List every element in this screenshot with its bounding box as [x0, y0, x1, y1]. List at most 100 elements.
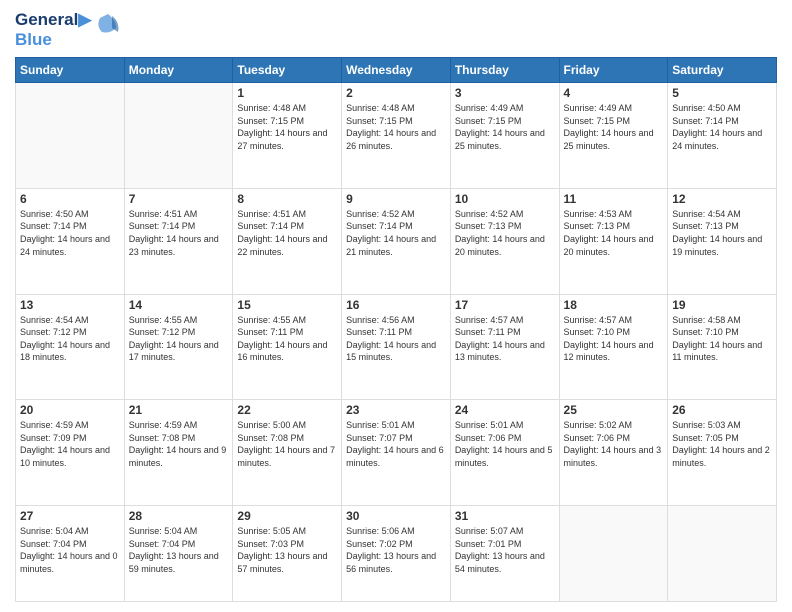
- calendar-cell: 26 Sunrise: 5:03 AM Sunset: 7:05 PM Dayli…: [668, 400, 777, 506]
- day-number: 8: [237, 192, 337, 206]
- day-info: Sunrise: 5:02 AM Sunset: 7:06 PM Dayligh…: [564, 419, 664, 469]
- calendar-cell: 3 Sunrise: 4:49 AM Sunset: 7:15 PM Daylig…: [450, 83, 559, 189]
- week-row-3: 20 Sunrise: 4:59 AM Sunset: 7:09 PM Dayli…: [16, 400, 777, 506]
- day-info: Sunrise: 5:05 AM Sunset: 7:03 PM Dayligh…: [237, 525, 337, 575]
- day-info: Sunrise: 4:56 AM Sunset: 7:11 PM Dayligh…: [346, 314, 446, 364]
- day-info: Sunrise: 4:54 AM Sunset: 7:12 PM Dayligh…: [20, 314, 120, 364]
- calendar-cell: 12 Sunrise: 4:54 AM Sunset: 7:13 PM Dayli…: [668, 188, 777, 294]
- calendar-cell: 20 Sunrise: 4:59 AM Sunset: 7:09 PM Dayli…: [16, 400, 125, 506]
- day-info: Sunrise: 5:07 AM Sunset: 7:01 PM Dayligh…: [455, 525, 555, 575]
- day-info: Sunrise: 4:50 AM Sunset: 7:14 PM Dayligh…: [20, 208, 120, 258]
- week-row-0: 1Sunrise: 4:48 AM Sunset: 7:15 PM Daylig…: [16, 83, 777, 189]
- calendar-cell: 8Sunrise: 4:51 AM Sunset: 7:14 PM Daylig…: [233, 188, 342, 294]
- day-info: Sunrise: 4:57 AM Sunset: 7:11 PM Dayligh…: [455, 314, 555, 364]
- week-row-4: 27 Sunrise: 5:04 AM Sunset: 7:04 PM Dayli…: [16, 505, 777, 601]
- day-number: 17: [455, 298, 555, 312]
- calendar-cell: 27 Sunrise: 5:04 AM Sunset: 7:04 PM Dayli…: [16, 505, 125, 601]
- calendar-cell: 6 Sunrise: 4:50 AM Sunset: 7:14 PM Daylig…: [16, 188, 125, 294]
- day-number: 3: [455, 86, 555, 100]
- logo-icon: [94, 12, 122, 40]
- day-number: 2: [346, 86, 446, 100]
- day-number: 24: [455, 403, 555, 417]
- day-info: Sunrise: 4:49 AM Sunset: 7:15 PM Dayligh…: [564, 102, 664, 152]
- day-info: Sunrise: 4:53 AM Sunset: 7:13 PM Dayligh…: [564, 208, 664, 258]
- calendar-cell: 25 Sunrise: 5:02 AM Sunset: 7:06 PM Dayli…: [559, 400, 668, 506]
- calendar-cell: 4 Sunrise: 4:49 AM Sunset: 7:15 PM Daylig…: [559, 83, 668, 189]
- day-number: 25: [564, 403, 664, 417]
- day-info: Sunrise: 4:50 AM Sunset: 7:14 PM Dayligh…: [672, 102, 772, 152]
- day-number: 21: [129, 403, 229, 417]
- day-number: 16: [346, 298, 446, 312]
- calendar-cell: 23Sunrise: 5:01 AM Sunset: 7:07 PM Dayli…: [342, 400, 451, 506]
- calendar-cell: 22Sunrise: 5:00 AM Sunset: 7:08 PM Dayli…: [233, 400, 342, 506]
- calendar-cell: 30 Sunrise: 5:06 AM Sunset: 7:02 PM Dayli…: [342, 505, 451, 601]
- calendar-cell: 5 Sunrise: 4:50 AM Sunset: 7:14 PM Daylig…: [668, 83, 777, 189]
- day-info: Sunrise: 5:01 AM Sunset: 7:07 PM Dayligh…: [346, 419, 446, 469]
- day-number: 29: [237, 509, 337, 523]
- calendar-cell: 15Sunrise: 4:55 AM Sunset: 7:11 PM Dayli…: [233, 294, 342, 400]
- day-info: Sunrise: 5:03 AM Sunset: 7:05 PM Dayligh…: [672, 419, 772, 469]
- weekday-header-saturday: Saturday: [668, 58, 777, 83]
- day-info: Sunrise: 4:58 AM Sunset: 7:10 PM Dayligh…: [672, 314, 772, 364]
- day-number: 28: [129, 509, 229, 523]
- day-info: Sunrise: 5:04 AM Sunset: 7:04 PM Dayligh…: [20, 525, 120, 575]
- day-number: 19: [672, 298, 772, 312]
- weekday-header-thursday: Thursday: [450, 58, 559, 83]
- calendar-cell: [16, 83, 125, 189]
- day-number: 4: [564, 86, 664, 100]
- calendar-cell: 31 Sunrise: 5:07 AM Sunset: 7:01 PM Dayli…: [450, 505, 559, 601]
- calendar-cell: 17 Sunrise: 4:57 AM Sunset: 7:11 PM Dayli…: [450, 294, 559, 400]
- day-number: 30: [346, 509, 446, 523]
- logo-text: General▶ Blue: [15, 10, 91, 49]
- day-info: Sunrise: 4:54 AM Sunset: 7:13 PM Dayligh…: [672, 208, 772, 258]
- weekday-header-tuesday: Tuesday: [233, 58, 342, 83]
- day-info: Sunrise: 4:49 AM Sunset: 7:15 PM Dayligh…: [455, 102, 555, 152]
- day-number: 11: [564, 192, 664, 206]
- calendar-cell: 2 Sunrise: 4:48 AM Sunset: 7:15 PM Daylig…: [342, 83, 451, 189]
- calendar-cell: 24 Sunrise: 5:01 AM Sunset: 7:06 PM Dayli…: [450, 400, 559, 506]
- day-number: 13: [20, 298, 120, 312]
- day-number: 6: [20, 192, 120, 206]
- header: General▶ Blue: [15, 10, 777, 49]
- day-info: Sunrise: 4:52 AM Sunset: 7:13 PM Dayligh…: [455, 208, 555, 258]
- day-info: Sunrise: 4:48 AM Sunset: 7:15 PM Dayligh…: [237, 102, 337, 152]
- day-number: 27: [20, 509, 120, 523]
- day-number: 26: [672, 403, 772, 417]
- day-number: 22: [237, 403, 337, 417]
- calendar-cell: 29 Sunrise: 5:05 AM Sunset: 7:03 PM Dayli…: [233, 505, 342, 601]
- day-number: 14: [129, 298, 229, 312]
- calendar-cell: 9 Sunrise: 4:52 AM Sunset: 7:14 PM Daylig…: [342, 188, 451, 294]
- day-info: Sunrise: 4:59 AM Sunset: 7:09 PM Dayligh…: [20, 419, 120, 469]
- calendar-cell: 7Sunrise: 4:51 AM Sunset: 7:14 PM Daylig…: [124, 188, 233, 294]
- day-info: Sunrise: 5:06 AM Sunset: 7:02 PM Dayligh…: [346, 525, 446, 575]
- calendar-cell: 10 Sunrise: 4:52 AM Sunset: 7:13 PM Dayli…: [450, 188, 559, 294]
- day-info: Sunrise: 4:57 AM Sunset: 7:10 PM Dayligh…: [564, 314, 664, 364]
- day-number: 20: [20, 403, 120, 417]
- calendar-cell: 11 Sunrise: 4:53 AM Sunset: 7:13 PM Dayli…: [559, 188, 668, 294]
- weekday-header-row: SundayMondayTuesdayWednesdayThursdayFrid…: [16, 58, 777, 83]
- weekday-header-monday: Monday: [124, 58, 233, 83]
- day-info: Sunrise: 5:01 AM Sunset: 7:06 PM Dayligh…: [455, 419, 555, 469]
- day-info: Sunrise: 4:55 AM Sunset: 7:11 PM Dayligh…: [237, 314, 337, 364]
- day-number: 31: [455, 509, 555, 523]
- page: General▶ Blue SundayMondayTuesdayWednesd…: [0, 0, 792, 612]
- day-info: Sunrise: 4:51 AM Sunset: 7:14 PM Dayligh…: [129, 208, 229, 258]
- calendar-cell: 28 Sunrise: 5:04 AM Sunset: 7:04 PM Dayli…: [124, 505, 233, 601]
- calendar-table: SundayMondayTuesdayWednesdayThursdayFrid…: [15, 57, 777, 602]
- day-info: Sunrise: 5:04 AM Sunset: 7:04 PM Dayligh…: [129, 525, 229, 575]
- day-number: 10: [455, 192, 555, 206]
- day-number: 5: [672, 86, 772, 100]
- calendar-cell: 19 Sunrise: 4:58 AM Sunset: 7:10 PM Dayli…: [668, 294, 777, 400]
- day-number: 18: [564, 298, 664, 312]
- day-info: Sunrise: 4:59 AM Sunset: 7:08 PM Dayligh…: [129, 419, 229, 469]
- week-row-2: 13 Sunrise: 4:54 AM Sunset: 7:12 PM Dayli…: [16, 294, 777, 400]
- weekday-header-friday: Friday: [559, 58, 668, 83]
- logo: General▶ Blue: [15, 10, 122, 49]
- calendar-cell: 21 Sunrise: 4:59 AM Sunset: 7:08 PM Dayli…: [124, 400, 233, 506]
- day-info: Sunrise: 4:48 AM Sunset: 7:15 PM Dayligh…: [346, 102, 446, 152]
- calendar-cell: 16 Sunrise: 4:56 AM Sunset: 7:11 PM Dayli…: [342, 294, 451, 400]
- day-info: Sunrise: 4:52 AM Sunset: 7:14 PM Dayligh…: [346, 208, 446, 258]
- day-number: 9: [346, 192, 446, 206]
- week-row-1: 6 Sunrise: 4:50 AM Sunset: 7:14 PM Daylig…: [16, 188, 777, 294]
- day-number: 12: [672, 192, 772, 206]
